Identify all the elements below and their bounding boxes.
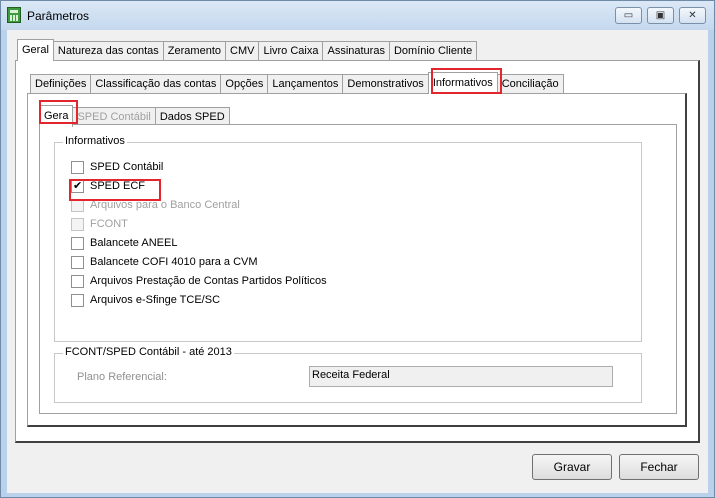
checkbox-box[interactable]: [71, 293, 84, 307]
checkbox-box[interactable]: [71, 179, 84, 193]
checkbox-label: FCONT: [90, 218, 128, 230]
informativos-group: Informativos SPED Contábil SPED ECF Arqu…: [54, 135, 642, 342]
parametros-window: Parâmetros ▭ ▣ ✕ Geral Natureza das cont…: [0, 0, 715, 498]
tab-geral[interactable]: Geral: [17, 39, 54, 61]
tab-natureza-das-contas[interactable]: Natureza das contas: [52, 41, 164, 61]
fcont-group-title: FCONT/SPED Contábil - até 2013: [63, 346, 234, 358]
tab-livro-caixa[interactable]: Livro Caixa: [258, 41, 324, 61]
tab-demonstrativos[interactable]: Demonstrativos: [342, 74, 429, 94]
window-title: Parâmetros: [27, 9, 90, 23]
close-button[interactable]: ✕: [679, 7, 706, 24]
checkbox-box[interactable]: [71, 236, 84, 250]
checkbox-sped-ecf[interactable]: SPED ECF: [71, 178, 145, 194]
checkbox-box[interactable]: [71, 255, 84, 269]
plano-referencial-field: Receita Federal: [309, 366, 613, 387]
checkbox-arquivos-banco-central: Arquivos para o Banco Central: [71, 197, 240, 213]
checkbox-fcont: FCONT: [71, 216, 128, 232]
checkbox-partidos-politicos[interactable]: Arquivos Prestação de Contas Partidos Po…: [71, 273, 327, 289]
checkbox-e-sfinge[interactable]: Arquivos e-Sfinge TCE/SC: [71, 292, 220, 308]
checkbox-box: [71, 198, 84, 212]
tab-opcoes[interactable]: Opções: [220, 74, 269, 94]
plano-referencial-label: Plano Referencial:: [77, 371, 167, 383]
tab-cmv[interactable]: CMV: [225, 41, 260, 61]
tab-zeramento[interactable]: Zeramento: [162, 41, 226, 61]
checkbox-label: SPED ECF: [90, 180, 146, 192]
main-tab-strip: Geral Natureza das contas Zeramento CMV …: [17, 39, 478, 61]
restore-button[interactable]: ▣: [647, 7, 674, 24]
checkbox-sped-contabil[interactable]: SPED Contábil: [71, 159, 163, 175]
tab-assinaturas[interactable]: Assinaturas: [322, 41, 390, 61]
checkbox-label: Arquivos Prestação de Contas Partidos Po…: [90, 275, 327, 287]
checkbox-label: Arquivos para o Banco Central: [90, 199, 240, 211]
calculator-icon: [7, 7, 21, 23]
client-area: Geral Natureza das contas Zeramento CMV …: [7, 30, 708, 493]
tab-gera[interactable]: Gera: [39, 105, 74, 127]
checkbox-box[interactable]: [71, 160, 84, 174]
fcont-group: FCONT/SPED Contábil - até 2013 Plano Ref…: [54, 346, 642, 403]
gravar-button[interactable]: Gravar: [532, 454, 612, 480]
sub-tab-strip: Definições Classificação das contas Opçõ…: [30, 72, 564, 94]
minimize-button[interactable]: ▭: [615, 7, 642, 24]
checkbox-label: Balancete ANEEL: [90, 237, 178, 249]
tab-informativos[interactable]: Informativos: [427, 72, 498, 94]
fechar-button[interactable]: Fechar: [619, 454, 699, 480]
tab-definicoes[interactable]: Definições: [30, 74, 92, 94]
checkbox-balancete-aneel[interactable]: Balancete ANEEL: [71, 235, 177, 251]
tab-conciliacao[interactable]: Conciliação: [496, 74, 564, 94]
checkbox-label: Balancete COFI 4010 para a CVM: [90, 256, 258, 268]
tab-lancamentos[interactable]: Lançamentos: [267, 74, 344, 94]
checkbox-box[interactable]: [71, 274, 84, 288]
gera-panel: Informativos SPED Contábil SPED ECF Arqu…: [39, 124, 677, 414]
informativos-group-title: Informativos: [63, 135, 127, 147]
title-bar[interactable]: Parâmetros ▭ ▣ ✕: [1, 1, 714, 30]
checkbox-balancete-cofi[interactable]: Balancete COFI 4010 para a CVM: [71, 254, 258, 270]
tab-classificacao-das-contas[interactable]: Classificação das contas: [90, 74, 222, 94]
checkbox-box: [71, 217, 84, 231]
tab-dominio-cliente[interactable]: Domínio Cliente: [388, 41, 478, 61]
checkbox-label: Arquivos e-Sfinge TCE/SC: [90, 294, 221, 306]
checkbox-label: SPED Contábil: [90, 161, 164, 173]
